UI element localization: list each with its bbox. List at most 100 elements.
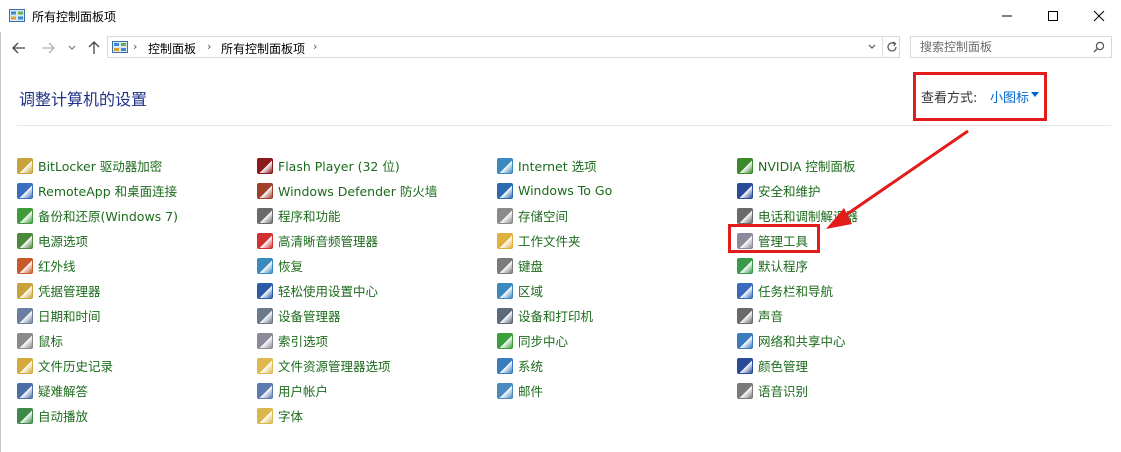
control-panel-item[interactable]: 程序和功能 (257, 203, 437, 228)
item-label: 区域 (518, 284, 544, 299)
item-label: 凭据管理器 (38, 284, 101, 299)
color-management-icon (737, 357, 753, 374)
region-icon (497, 282, 513, 299)
control-panel-item[interactable]: 安全和维护 (737, 178, 858, 203)
refresh-button[interactable] (882, 37, 901, 57)
control-panel-item[interactable]: 语音识别 (737, 378, 858, 403)
file-history-icon (17, 357, 33, 374)
back-button[interactable] (11, 40, 27, 56)
control-panel-icon (112, 41, 128, 53)
mail-icon (497, 382, 513, 399)
control-panel-item[interactable]: 区域 (497, 278, 612, 303)
control-panel-item[interactable]: 工作文件夹 (497, 228, 612, 253)
control-panel-app-icon (9, 9, 25, 22)
items-column-3: Internet 选项 Windows To Go 存储空间工作文件夹 键盘区域设备和… (497, 153, 612, 403)
breadcrumb-separator: › (207, 40, 212, 53)
control-panel-item[interactable]: 轻松使用设置中心 (257, 278, 437, 303)
item-label: RemoteApp 和桌面连接 (38, 184, 178, 199)
breadcrumb-control-panel[interactable]: 控制面板 (148, 40, 196, 57)
control-panel-item[interactable]: NVIDIA 控制面板 (737, 153, 858, 178)
item-label: 任务栏和导航 (758, 284, 834, 299)
default-programs-icon (737, 257, 753, 274)
printer-icon (497, 307, 513, 324)
control-panel-item[interactable]: RemoteApp 和桌面连接 (17, 178, 178, 203)
search-icon[interactable] (1093, 41, 1105, 53)
control-panel-item[interactable]: Flash Player (32 位) (257, 153, 437, 178)
item-label: 文件历史记录 (38, 359, 114, 374)
item-label: 字体 (278, 409, 304, 424)
control-panel-item[interactable]: 声音 (737, 303, 858, 328)
sync-center-icon (497, 332, 513, 349)
control-panel-item[interactable]: Internet 选项 (497, 153, 612, 178)
control-panel-item[interactable]: 疑难解答 (17, 378, 178, 403)
control-panel-item[interactable]: 设备和打印机 (497, 303, 612, 328)
control-panel-item[interactable]: BitLocker 驱动器加密 (17, 153, 178, 178)
windows-to-go-icon (497, 182, 513, 199)
page-title: 调整计算机的设置 (19, 90, 148, 109)
control-panel-item[interactable]: 系统 (497, 353, 612, 378)
search-input[interactable] (911, 37, 1098, 57)
control-panel-item[interactable]: 存储空间 (497, 203, 612, 228)
item-label: 声音 (758, 309, 784, 324)
control-panel-item[interactable]: 恢复 (257, 253, 437, 278)
maximize-button[interactable] (1030, 0, 1076, 32)
control-panel-item[interactable]: 自动播放 (17, 403, 178, 428)
control-panel-item[interactable]: 红外线 (17, 253, 178, 278)
control-panel-item[interactable]: Windows Defender 防火墙 (257, 178, 437, 203)
forward-arrow-icon (42, 42, 55, 54)
breadcrumb-separator: › (133, 40, 138, 53)
control-panel-item[interactable]: 文件资源管理器选项 (257, 353, 437, 378)
item-label: 颜色管理 (758, 359, 809, 374)
control-panel-item[interactable]: 同步中心 (497, 328, 612, 353)
control-panel-item[interactable]: 网络和共享中心 (737, 328, 858, 353)
control-panel-item[interactable]: 凭据管理器 (17, 278, 178, 303)
control-panel-item[interactable]: Windows To Go (497, 178, 612, 203)
audio-manager-icon (257, 232, 273, 249)
item-label: 网络和共享中心 (758, 334, 846, 349)
taskbar-icon (737, 282, 753, 299)
up-button[interactable] (86, 40, 102, 56)
item-label: 语音识别 (758, 384, 809, 399)
highlight-box-admin-tools (728, 224, 820, 253)
folder-options-icon (257, 357, 273, 374)
close-button[interactable] (1076, 0, 1121, 32)
search-box[interactable] (910, 36, 1112, 58)
sound-icon (737, 307, 753, 324)
minimize-button[interactable] (984, 0, 1030, 32)
control-panel-item[interactable]: 字体 (257, 403, 437, 428)
address-dropdown-button[interactable] (864, 37, 880, 57)
control-panel-item[interactable]: 文件历史记录 (17, 353, 178, 378)
programs-icon (257, 207, 273, 224)
item-label: 自动播放 (38, 409, 89, 424)
control-panel-item[interactable]: 日期和时间 (17, 303, 178, 328)
highlight-box-view-by (913, 72, 1047, 121)
recent-locations-button[interactable] (64, 40, 80, 56)
control-panel-item[interactable]: 邮件 (497, 378, 612, 403)
breadcrumb-all-items[interactable]: 所有控制面板项 (221, 40, 305, 57)
control-panel-item[interactable]: 设备管理器 (257, 303, 437, 328)
clock-icon (17, 307, 33, 324)
forward-button[interactable] (40, 40, 56, 56)
back-arrow-icon (12, 42, 25, 54)
control-panel-item[interactable]: 颜色管理 (737, 353, 858, 378)
up-arrow-icon (88, 41, 100, 54)
control-panel-item[interactable]: 任务栏和导航 (737, 278, 858, 303)
control-panel-item[interactable]: 键盘 (497, 253, 612, 278)
item-label: 存储空间 (518, 209, 569, 224)
item-label: 程序和功能 (278, 209, 341, 224)
control-panel-item[interactable]: 用户帐户 (257, 378, 437, 403)
control-panel-item[interactable]: 默认程序 (737, 253, 858, 278)
maximize-icon (1048, 11, 1058, 21)
control-panel-item[interactable]: 电源选项 (17, 228, 178, 253)
address-bar[interactable]: › 控制面板 › 所有控制面板项 › (107, 36, 900, 58)
control-panel-item[interactable]: 鼠标 (17, 328, 178, 353)
item-label: 电源选项 (38, 234, 89, 249)
item-label: 疑难解答 (38, 384, 89, 399)
item-label: Windows To Go (518, 183, 613, 198)
power-options-icon (17, 232, 33, 249)
troubleshoot-icon (17, 382, 33, 399)
control-panel-item[interactable]: 高清晰音频管理器 (257, 228, 437, 253)
control-panel-item[interactable]: 备份和还原(Windows 7) (17, 203, 178, 228)
control-panel-item[interactable]: 索引选项 (257, 328, 437, 353)
backup-icon (17, 207, 33, 224)
